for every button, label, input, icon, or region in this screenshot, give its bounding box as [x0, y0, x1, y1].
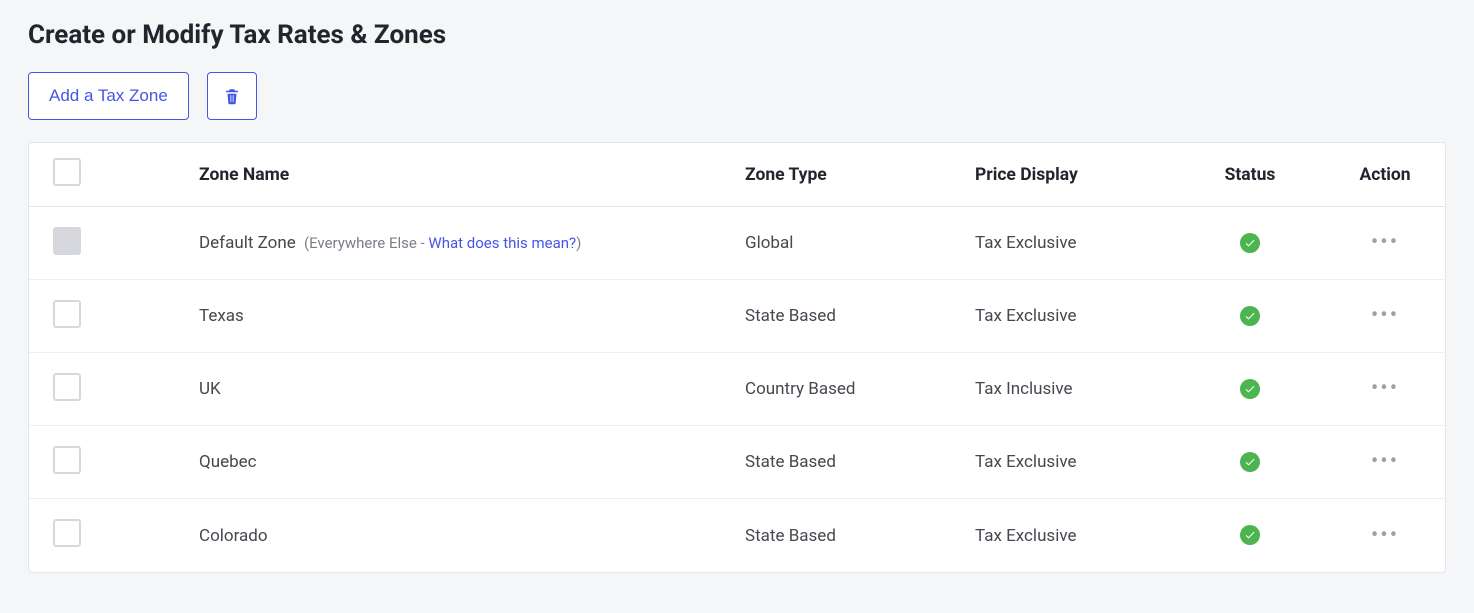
price-display: Tax Inclusive [965, 379, 1175, 399]
delete-button[interactable] [207, 72, 257, 120]
row-checkbox[interactable] [53, 519, 81, 547]
table-header: Zone Name Zone Type Price Display Status… [29, 143, 1445, 207]
zone-name[interactable]: Colorado [199, 526, 268, 546]
table-row: Texas State BasedTax Exclusive ••• [29, 280, 1445, 353]
price-display: Tax Exclusive [965, 526, 1175, 546]
status-check-icon [1240, 233, 1260, 253]
zone-type: Country Based [735, 379, 965, 399]
row-action-menu[interactable]: ••• [1371, 232, 1399, 254]
status-check-icon [1240, 306, 1260, 326]
zone-type: State Based [735, 526, 965, 546]
table-body: Default Zone (Everywhere Else - What doe… [29, 207, 1445, 572]
row-action-menu[interactable]: ••• [1371, 451, 1399, 473]
status-check-icon [1240, 525, 1260, 545]
trash-icon [223, 86, 241, 106]
row-action-menu[interactable]: ••• [1371, 305, 1399, 327]
table-row: UK Country BasedTax Inclusive ••• [29, 353, 1445, 426]
table-row: Quebec State BasedTax Exclusive ••• [29, 426, 1445, 499]
col-price-display: Price Display [965, 165, 1175, 185]
row-checkbox[interactable] [53, 446, 81, 474]
col-action: Action [1349, 165, 1420, 185]
col-zone-type: Zone Type [735, 165, 965, 185]
toolbar: Add a Tax Zone [28, 72, 1446, 120]
page-title: Create or Modify Tax Rates & Zones [28, 20, 1446, 50]
row-action-menu[interactable]: ••• [1371, 378, 1399, 400]
table-row: Colorado State BasedTax Exclusive ••• [29, 499, 1445, 572]
col-zone-name: Zone Name [189, 165, 735, 185]
status-check-icon [1240, 379, 1260, 399]
zone-name[interactable]: Default Zone [199, 233, 296, 253]
select-all-checkbox[interactable] [53, 158, 81, 186]
zone-name-subtext: (Everywhere Else - What does this mean?) [304, 234, 581, 252]
zone-name[interactable]: UK [199, 379, 221, 399]
table-row: Default Zone (Everywhere Else - What doe… [29, 207, 1445, 280]
add-tax-zone-label: Add a Tax Zone [49, 86, 168, 106]
price-display: Tax Exclusive [965, 233, 1175, 253]
zone-type: State Based [735, 306, 965, 326]
price-display: Tax Exclusive [965, 306, 1175, 326]
price-display: Tax Exclusive [965, 452, 1175, 472]
tax-zone-table: Zone Name Zone Type Price Display Status… [28, 142, 1446, 573]
zone-type: State Based [735, 452, 965, 472]
row-checkbox[interactable] [53, 373, 81, 401]
status-check-icon [1240, 452, 1260, 472]
row-checkbox [53, 227, 81, 255]
col-status: Status [1215, 165, 1286, 185]
row-checkbox[interactable] [53, 300, 81, 328]
zone-name[interactable]: Quebec [199, 452, 257, 472]
row-action-menu[interactable]: ••• [1371, 525, 1399, 547]
zone-type: Global [735, 233, 965, 253]
zone-name[interactable]: Texas [199, 306, 244, 326]
add-tax-zone-button[interactable]: Add a Tax Zone [28, 72, 189, 120]
help-link[interactable]: What does this mean? [428, 234, 576, 252]
